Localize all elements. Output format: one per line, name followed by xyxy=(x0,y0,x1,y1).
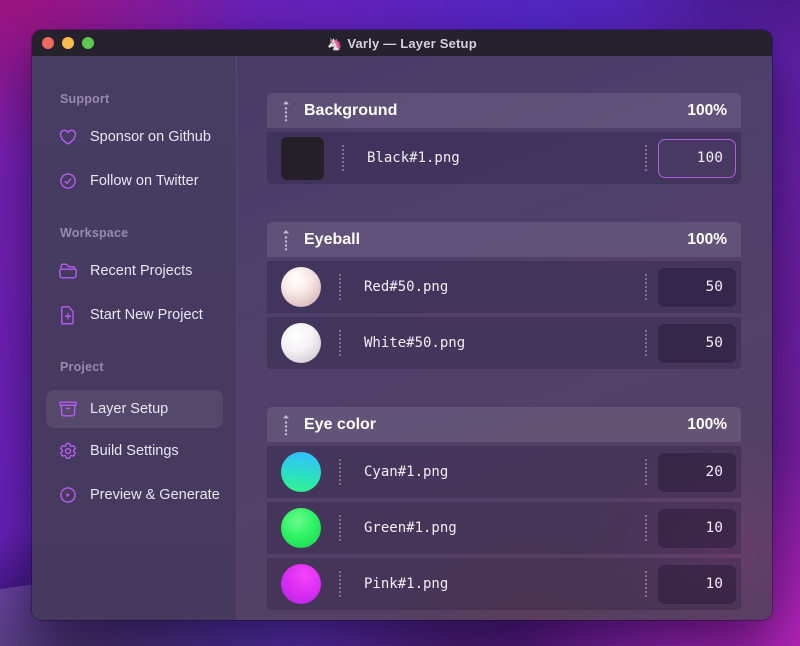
dotted-divider xyxy=(645,145,647,171)
app-window: 🦄 Varly — Layer Setup Support Sponsor on … xyxy=(32,30,772,620)
section-label-support: Support xyxy=(60,92,110,106)
layer-file-name: Cyan#1.png xyxy=(364,464,449,480)
layer-row: White#50.png xyxy=(267,317,741,369)
drag-handle-icon[interactable] xyxy=(281,229,291,251)
layer-thumbnail xyxy=(281,564,321,604)
dotted-divider xyxy=(645,515,647,541)
sidebar-item-build-settings[interactable]: Build Settings xyxy=(46,436,223,466)
layer-file-name: Black#1.png xyxy=(367,150,460,166)
dotted-divider xyxy=(645,459,647,485)
sidebar-item-label: Recent Projects xyxy=(90,263,193,279)
layer-row: Pink#1.png xyxy=(267,558,741,610)
layer-file-name: Green#1.png xyxy=(364,520,457,536)
drag-handle-icon[interactable] xyxy=(281,100,291,122)
group-weight: 100% xyxy=(687,415,727,433)
sidebar-section-project: Project Layer Setup Build Settings Previ… xyxy=(46,360,223,510)
dotted-divider xyxy=(339,330,341,356)
dotted-divider xyxy=(339,571,341,597)
layer-weight-input[interactable] xyxy=(658,323,736,363)
sidebar-item-follow-twitter[interactable]: Follow on Twitter xyxy=(46,166,223,196)
layer-file-name: Red#50.png xyxy=(364,279,449,295)
layer-row: Red#50.png xyxy=(267,261,741,313)
unicorn-app-icon: 🦄 xyxy=(327,36,343,51)
layer-thumbnail xyxy=(281,267,321,307)
group-title: Background xyxy=(304,101,398,119)
window-title-text: Varly — Layer Setup xyxy=(347,35,477,51)
layer-thumbnail xyxy=(281,508,321,548)
sidebar-item-label: Build Settings xyxy=(90,443,179,459)
desktop-wallpaper: 🦄 Varly — Layer Setup Support Sponsor on … xyxy=(0,0,800,646)
badge-check-icon xyxy=(58,171,78,191)
layer-setup-panel: Background 100% Black#1.png 100 Eyeball … xyxy=(237,56,772,620)
dotted-divider xyxy=(339,274,341,300)
layer-weight-input[interactable] xyxy=(658,452,736,492)
layer-group-eye-color: Eye color 100% Cyan#1.png Green#1.png xyxy=(267,407,741,610)
heart-icon xyxy=(58,127,78,147)
sidebar-item-layer-setup[interactable]: Layer Setup xyxy=(46,390,223,428)
layer-row: Green#1.png xyxy=(267,502,741,554)
sidebar: Support Sponsor on Github Follow on Twit… xyxy=(32,56,237,620)
sidebar-item-start-new-project[interactable]: Start New Project xyxy=(46,300,223,330)
layer-row: Black#1.png xyxy=(267,132,741,184)
layer-weight-input[interactable] xyxy=(658,267,736,307)
sidebar-item-label: Follow on Twitter xyxy=(90,173,199,189)
sidebar-item-sponsor-github[interactable]: Sponsor on Github xyxy=(46,122,223,152)
sidebar-item-recent-projects[interactable]: Recent Projects xyxy=(46,256,223,286)
layer-group-header[interactable]: Eyeball 100% xyxy=(267,222,741,257)
layer-row: Cyan#1.png xyxy=(267,446,741,498)
sidebar-section-support: Support Sponsor on Github Follow on Twit… xyxy=(46,92,223,196)
sidebar-item-label: Preview & Generate xyxy=(90,487,220,503)
layer-weight-input[interactable] xyxy=(658,564,736,604)
section-label-workspace: Workspace xyxy=(60,226,129,240)
layer-thumbnail xyxy=(281,136,324,180)
layer-thumbnail xyxy=(281,323,321,363)
layer-weight-input[interactable] xyxy=(658,508,736,548)
layer-group-background: Background 100% Black#1.png xyxy=(267,93,741,184)
folder-open-icon xyxy=(58,261,78,281)
group-title: Eye color xyxy=(304,415,377,433)
layer-thumbnail xyxy=(281,452,321,492)
archive-box-icon xyxy=(58,399,78,419)
group-weight: 100% xyxy=(687,230,727,248)
layer-group-eyeball: Eyeball 100% Red#50.png White#50.png xyxy=(267,222,741,369)
dotted-divider xyxy=(645,330,647,356)
dotted-divider xyxy=(339,459,341,485)
layer-group-header[interactable]: Background 100% xyxy=(267,93,741,128)
drag-handle-icon[interactable] xyxy=(281,414,291,436)
document-plus-icon xyxy=(58,305,78,325)
layer-file-name: White#50.png xyxy=(364,335,466,351)
layer-file-name: Pink#1.png xyxy=(364,576,449,592)
layer-group-header[interactable]: Eye color 100% xyxy=(267,407,741,442)
group-title: Eyeball xyxy=(304,230,361,248)
sidebar-item-label: Layer Setup xyxy=(90,401,169,417)
sidebar-item-label: Start New Project xyxy=(90,307,203,323)
dotted-divider xyxy=(645,571,647,597)
dotted-divider xyxy=(645,274,647,300)
window-titlebar[interactable]: 🦄 Varly — Layer Setup xyxy=(32,30,772,56)
section-label-project: Project xyxy=(60,360,104,374)
play-circle-icon xyxy=(58,485,78,505)
sidebar-item-preview-generate[interactable]: Preview & Generate xyxy=(46,480,223,510)
sidebar-item-label: Sponsor on Github xyxy=(90,129,211,145)
window-title: 🦄 Varly — Layer Setup xyxy=(32,36,772,51)
sidebar-section-workspace: Workspace Recent Projects Start New Proj… xyxy=(46,226,223,330)
group-weight: 100% xyxy=(687,101,727,119)
dotted-divider xyxy=(339,515,341,541)
gear-icon xyxy=(58,441,78,461)
layer-weight-input[interactable] xyxy=(658,138,736,178)
dotted-divider xyxy=(342,145,344,171)
